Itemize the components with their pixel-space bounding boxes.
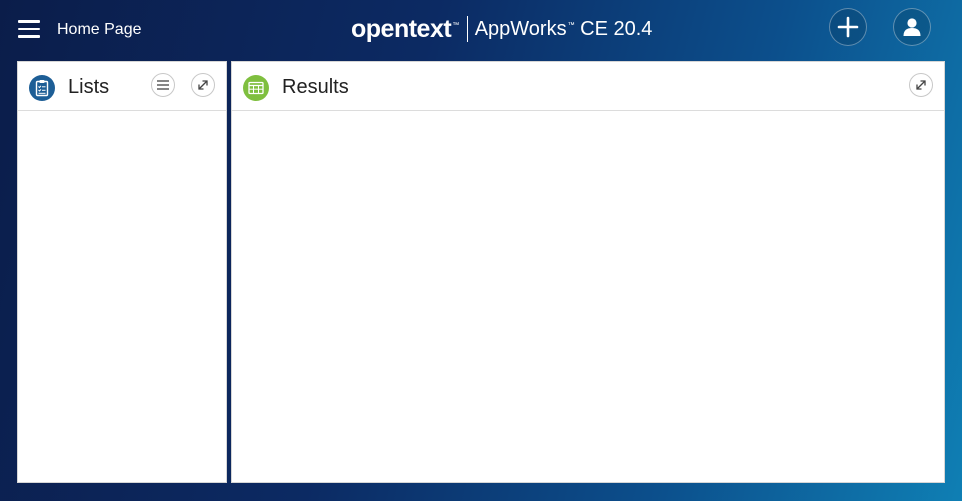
results-panel: Results [231,61,945,483]
lists-panel: Lists [17,61,227,483]
brand-divider [466,16,468,42]
user-icon [903,18,921,36]
lists-expand-button[interactable] [191,73,215,97]
add-button[interactable] [829,8,867,46]
results-panel-header: Results [232,62,944,111]
app-header: Home Page opentext™ AppWorks™ CE 20.4 [0,0,962,60]
lists-panel-title: Lists [68,76,110,98]
lists-menu-button[interactable] [151,73,175,97]
results-expand-button[interactable] [909,73,933,97]
opentext-logo: opentext™ [351,15,459,43]
table-icon [243,75,269,101]
clipboard-list-icon [29,75,55,101]
user-profile-button[interactable] [893,8,931,46]
product-name: AppWorks™ CE 20.4 [474,18,653,40]
list-menu-icon [157,80,169,90]
lists-panel-header: Lists [18,62,226,111]
expand-icon [916,80,926,90]
hamburger-icon[interactable] [18,20,40,38]
page-title: Home Page [57,21,142,38]
results-panel-title: Results [282,76,349,98]
expand-icon [198,80,208,90]
plus-icon [837,16,859,38]
brand: opentext™ AppWorks™ CE 20.4 [351,14,652,44]
